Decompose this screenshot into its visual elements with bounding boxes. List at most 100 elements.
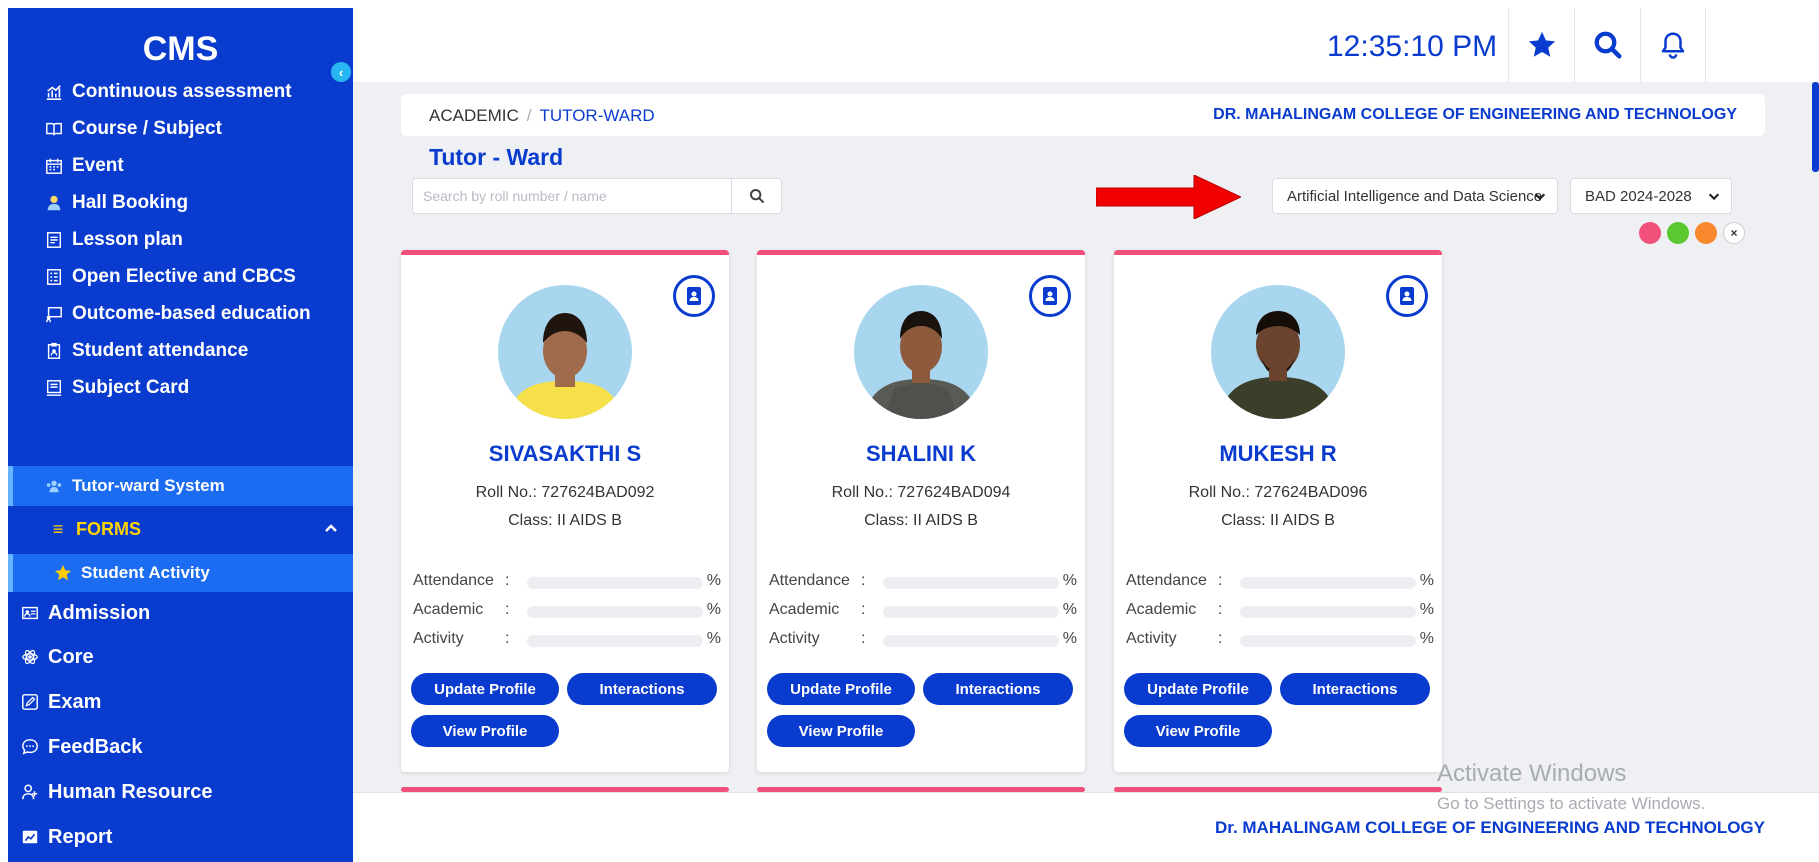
watermark-subtitle: Go to Settings to activate Windows. [1437, 794, 1706, 813]
student-name: SIVASAKTHI S [488, 441, 642, 466]
sidebar-item-hall-booking[interactable]: Hall Booking [8, 184, 353, 222]
sidebar-item-label: FeedBack [48, 735, 143, 758]
sidebar-item-tutor-ward[interactable]: Tutor-ward System [8, 466, 353, 506]
academic-bar [527, 606, 703, 618]
sidebar-item-label: Event [72, 155, 124, 176]
sidebar-module-core[interactable]: Core [8, 638, 353, 676]
sidebar-forms-label: FORMS [76, 518, 141, 539]
metric-label: Attendance [1126, 572, 1207, 589]
sidebar-item-event[interactable]: Event [8, 147, 353, 185]
department-select[interactable]: Artificial Intelligence and Data Science [1272, 178, 1558, 214]
brand-logo[interactable]: CMS [8, 30, 353, 69]
global-search-button[interactable] [1574, 8, 1640, 82]
edit-icon [20, 692, 40, 712]
sidebar-item-lesson-plan[interactable]: Lesson plan [8, 221, 353, 259]
update-profile-button[interactable]: Update Profile [411, 673, 559, 705]
notifications-button[interactable] [1640, 8, 1706, 82]
attendance-bar [883, 577, 1059, 589]
sidebar-module-exam[interactable]: Exam [8, 683, 353, 721]
metric-percent: % [706, 601, 721, 618]
clear-filter-button[interactable]: × [1723, 222, 1745, 244]
metric-colon: : [1218, 572, 1223, 589]
sidebar-item-label: Exam [48, 690, 102, 713]
breadcrumb: ACADEMIC / TUTOR-WARD DR. MAHALINGAM COLLE… [401, 94, 1765, 136]
card-icon [44, 378, 64, 398]
sidebar-item-course-subject[interactable]: Course / Subject [8, 110, 353, 148]
sidebar-item-label: Continuous assessment [72, 81, 292, 102]
breadcrumb-current[interactable]: TUTOR-WARD [539, 106, 654, 125]
sidebar-item-subject-card[interactable]: Subject Card [8, 369, 353, 407]
list-icon [44, 267, 64, 287]
metric-percent: % [706, 572, 721, 589]
sidebar-module-report[interactable]: Report [8, 818, 353, 856]
clock: 12:35:10 PM [1327, 30, 1498, 63]
footer-college-name: Dr. MAHALINGAM COLLEGE OF ENGINEERING AN… [1215, 818, 1765, 837]
activity-metric: Activity:% [769, 630, 1077, 650]
chart-icon [44, 82, 64, 102]
metric-percent: % [1419, 572, 1434, 589]
metric-colon: : [505, 572, 510, 589]
view-profile-button[interactable]: View Profile [767, 715, 915, 747]
interactions-button[interactable]: Interactions [1280, 673, 1430, 705]
metric-colon: : [861, 630, 866, 647]
contact-book-icon[interactable] [1029, 275, 1071, 317]
attendance-bar [527, 577, 703, 589]
activity-bar [527, 635, 703, 647]
contact-book-icon[interactable] [673, 275, 715, 317]
orange-filter-dot[interactable] [1695, 222, 1717, 244]
metric-percent: % [1062, 572, 1077, 589]
activity-bar [1240, 635, 1416, 647]
pink-filter-dot[interactable] [1639, 222, 1661, 244]
sidebar-forms-toggle[interactable]: ≡ FORMS [8, 510, 353, 548]
bell-icon [1661, 32, 1685, 59]
metric-colon: : [861, 572, 866, 589]
update-profile-button[interactable]: Update Profile [767, 673, 915, 705]
metric-colon: : [505, 601, 510, 618]
activity-metric: Activity:% [413, 630, 721, 650]
metric-label: Activity [413, 630, 464, 647]
add-user-icon [20, 782, 40, 802]
star-icon [1528, 31, 1555, 57]
contact-book-icon[interactable] [1386, 275, 1428, 317]
metric-percent: % [1062, 630, 1077, 647]
sidebar-item-open-elective[interactable]: Open Elective and CBCS [8, 258, 353, 296]
sidebar-item-outcome-based-education[interactable]: Outcome-based education [8, 295, 353, 333]
view-profile-button[interactable]: View Profile [1124, 715, 1272, 747]
green-filter-dot[interactable] [1667, 222, 1689, 244]
sidebar-item-student-attendance[interactable]: Student attendance [8, 332, 353, 370]
page-scrollbar[interactable] [1812, 82, 1819, 172]
clipboard-icon [44, 341, 64, 361]
presentation-icon [44, 304, 64, 324]
metric-label: Academic [769, 601, 840, 618]
close-icon: × [1730, 226, 1738, 240]
sidebar-module-human-resource[interactable]: Human Resource [8, 773, 353, 811]
view-profile-button[interactable]: View Profile [411, 715, 559, 747]
update-profile-button[interactable]: Update Profile [1124, 673, 1272, 705]
sidebar-item-student-activity[interactable]: Student Activity [8, 554, 353, 592]
group-icon [44, 476, 64, 496]
breadcrumb-trail: ACADEMIC / TUTOR-WARD [429, 106, 655, 126]
search-icon [1594, 31, 1621, 59]
metric-label: Attendance [769, 572, 850, 589]
star-icon [53, 563, 73, 583]
sidebar-item-label: Open Elective and CBCS [72, 266, 296, 287]
search-button[interactable] [731, 179, 781, 213]
sidebar-item-label: Core [48, 645, 94, 668]
search-input[interactable] [413, 179, 731, 213]
interactions-button[interactable]: Interactions [567, 673, 717, 705]
sidebar-module-admission[interactable]: Admission [8, 594, 353, 632]
student-class: Class: II AIDS B [508, 512, 622, 529]
main-content: ACADEMIC / TUTOR-WARD DR. MAHALINGAM COLLE… [353, 82, 1819, 792]
batch-select[interactable]: BAD 2024-2028 [1570, 178, 1732, 214]
breadcrumb-root[interactable]: ACADEMIC [429, 106, 519, 125]
interactions-button[interactable]: Interactions [923, 673, 1073, 705]
student-roll: Roll No.: 727624BAD092 [475, 484, 655, 501]
atom-icon [20, 647, 40, 667]
sidebar-module-feedback[interactable]: FeedBack [8, 728, 353, 766]
calendar-icon [44, 156, 64, 176]
red-arrow-annotation [1096, 175, 1241, 219]
sidebar-item-continuous-assessment[interactable]: Continuous assessment [8, 73, 353, 111]
favorites-button[interactable] [1508, 8, 1574, 82]
chevron-down-icon [1707, 189, 1721, 207]
student-name: SHALINI K [866, 441, 976, 466]
